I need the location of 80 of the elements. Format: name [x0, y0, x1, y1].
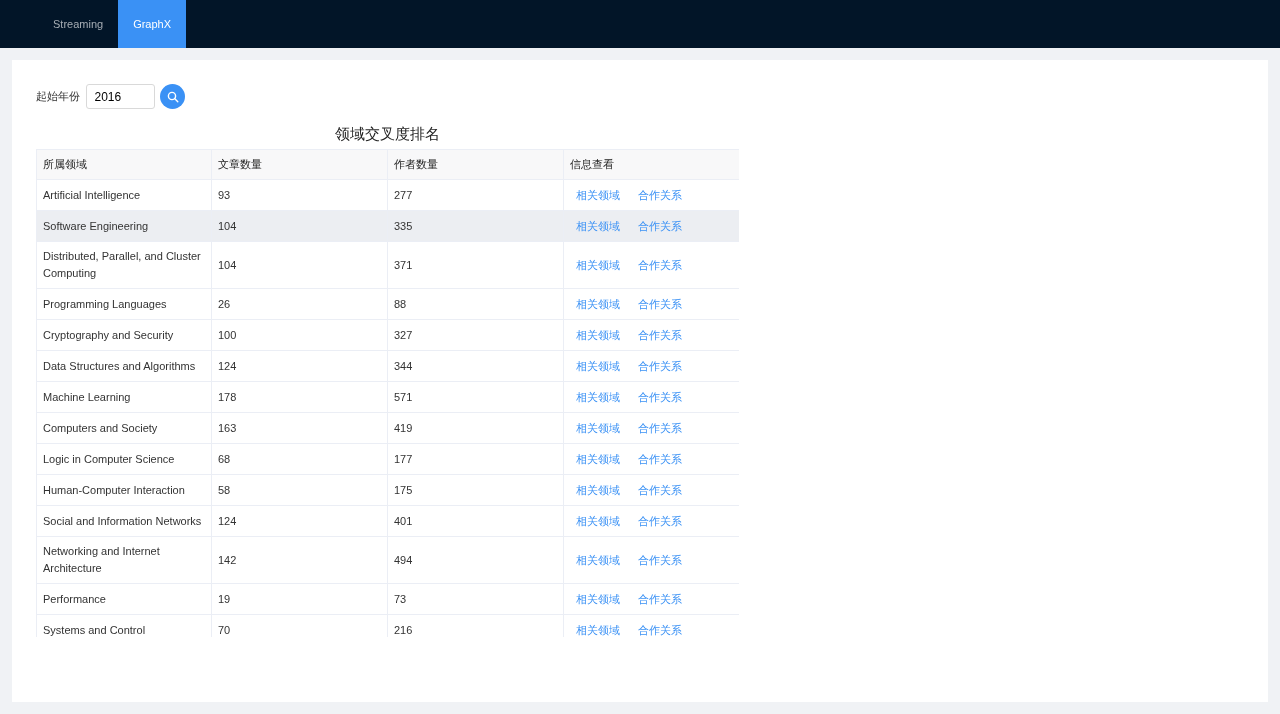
table-cell: Data Structures and Algorithms: [36, 350, 212, 382]
year-label: 起始年份: [36, 89, 80, 105]
column-header: 作者数量: [387, 149, 564, 180]
table-cell: 104: [211, 241, 388, 289]
table-link[interactable]: 合作关系: [638, 514, 682, 527]
table-cell: 26: [211, 288, 388, 320]
table-cell: Programming Languages: [36, 288, 212, 320]
table-link[interactable]: 相关领域: [576, 553, 620, 566]
table-link[interactable]: 相关领域: [576, 483, 620, 496]
table-link[interactable]: 合作关系: [638, 623, 682, 636]
table-cell: 68: [211, 443, 388, 475]
table-link[interactable]: 相关领域: [576, 390, 620, 403]
table-link[interactable]: 相关领域: [576, 592, 620, 605]
table-link[interactable]: 合作关系: [638, 219, 682, 232]
table-cell: 88: [387, 288, 564, 320]
table-cell: Distributed, Parallel, and Cluster Computing: [36, 241, 212, 289]
table-cell: Systems and Control: [36, 614, 212, 637]
table-cell: 124: [211, 505, 388, 537]
table-cell: Cryptography and Security: [36, 319, 212, 351]
table-title: 领域交叉度排名: [335, 125, 440, 142]
table-link[interactable]: 合作关系: [638, 592, 682, 605]
table-link[interactable]: 合作关系: [638, 258, 682, 271]
table-link[interactable]: 相关领域: [576, 258, 620, 271]
table-link[interactable]: 相关领域: [576, 297, 620, 310]
table-cell: Machine Learning: [36, 381, 212, 413]
table-cell: 142: [211, 536, 388, 584]
year-input[interactable]: 2016: [85, 84, 155, 109]
table-link[interactable]: 合作关系: [638, 390, 682, 403]
table-cell: 104: [211, 210, 388, 242]
table-cell: 73: [387, 583, 564, 615]
nav-tab[interactable]: Streaming: [38, 0, 119, 48]
table-link[interactable]: 相关领域: [576, 452, 620, 465]
table-cell: 327: [387, 319, 564, 351]
table-cell: 93: [211, 179, 388, 211]
column-header: 文章数量: [211, 149, 388, 180]
table-link[interactable]: 相关领域: [576, 623, 620, 636]
table-cell: 177: [387, 443, 564, 475]
table-link[interactable]: 合作关系: [638, 297, 682, 310]
table-link[interactable]: 合作关系: [638, 421, 682, 434]
table-cell: 344: [387, 350, 564, 382]
table-link[interactable]: 相关领域: [576, 188, 620, 201]
search-button[interactable]: [160, 84, 185, 109]
table-cell: 100: [211, 319, 388, 351]
table-cell: 335: [387, 210, 564, 242]
table-cell: Computers and Society: [36, 412, 212, 444]
search-icon: [166, 90, 179, 103]
table-link[interactable]: 合作关系: [638, 359, 682, 372]
table-cell: 124: [211, 350, 388, 382]
table-link[interactable]: 合作关系: [638, 483, 682, 496]
table-cell: Networking and Internet Architecture: [36, 536, 212, 584]
table-link[interactable]: 相关领域: [576, 219, 620, 232]
table-cell: 19: [211, 583, 388, 615]
table-cell: Social and Information Networks: [36, 505, 212, 537]
table-cell: Performance: [36, 583, 212, 615]
table-link[interactable]: 相关领域: [576, 359, 620, 372]
table-link[interactable]: 相关领域: [576, 514, 620, 527]
highlighted-row[interactable]: Software Engineering 104 335 相关领域 合作关系: [36, 210, 739, 242]
table-link[interactable]: 相关领域: [576, 328, 620, 341]
table-cell: 58: [211, 474, 388, 506]
table-cell: 494: [387, 536, 564, 584]
table-cell: 277: [387, 179, 564, 211]
table-link[interactable]: 合作关系: [638, 188, 682, 201]
table-cell: Logic in Computer Science: [36, 443, 212, 475]
column-header: 所属领域: [36, 149, 212, 180]
table-link[interactable]: 相关领域: [576, 421, 620, 434]
nav-tab[interactable]: GraphX: [118, 0, 187, 48]
table-cell: 419: [387, 412, 564, 444]
table-link[interactable]: 合作关系: [638, 328, 682, 341]
table-cell: Software Engineering: [36, 210, 212, 242]
table-cell: 401: [387, 505, 564, 537]
table-cell: 571: [387, 381, 564, 413]
table-link[interactable]: 合作关系: [638, 553, 682, 566]
table-cell: Artificial Intelligence: [36, 179, 212, 211]
table-cell: 371: [387, 241, 564, 289]
table-link[interactable]: 合作关系: [638, 452, 682, 465]
table-cell: 178: [211, 381, 388, 413]
table-cell: 175: [387, 474, 564, 506]
table-cell: 163: [211, 412, 388, 444]
table-cell: Human-Computer Interaction: [36, 474, 212, 506]
column-header: 信息查看: [563, 149, 739, 180]
